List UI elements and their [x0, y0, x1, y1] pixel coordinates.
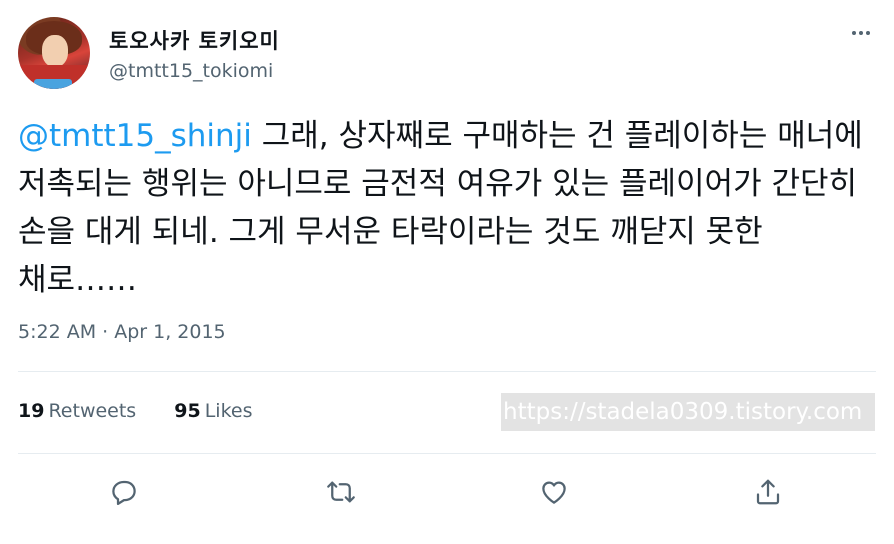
tweet-timestamp[interactable]: 5:22 AM · Apr 1, 2015 — [18, 321, 226, 343]
heart-icon — [542, 481, 566, 504]
more-options-button[interactable] — [846, 20, 876, 46]
author-handle[interactable]: @tmtt15_tokiomi — [109, 60, 273, 82]
tweet-stats: 19 Retweets 95 Likes — [18, 400, 285, 422]
more-dots-icon — [859, 31, 863, 35]
avatar[interactable] — [18, 17, 90, 89]
share-icon — [756, 479, 780, 505]
action-bar — [0, 474, 894, 510]
divider — [18, 453, 876, 454]
like-button[interactable] — [536, 474, 572, 510]
watermark: https://stadela0309.tistory.com — [501, 393, 875, 431]
reply-button[interactable] — [106, 474, 142, 510]
avatar-face — [42, 35, 68, 67]
share-button[interactable] — [750, 474, 786, 510]
mention-link[interactable]: @tmtt15_shinji — [18, 118, 252, 154]
avatar-badge — [34, 79, 72, 89]
more-dots-icon — [852, 31, 856, 35]
divider — [18, 371, 876, 372]
author-display-name[interactable]: 토오사카 토키오미 — [109, 25, 280, 55]
reply-icon — [112, 480, 136, 505]
tweet-text: @tmtt15_shinji 그래, 상자째로 구매하는 건 플레이하는 매너에… — [18, 112, 868, 304]
likes-stat[interactable]: 95 Likes — [174, 400, 252, 422]
retweet-icon — [327, 481, 355, 503]
retweets-stat[interactable]: 19 Retweets — [18, 400, 136, 422]
likes-count: 95 — [174, 400, 201, 422]
retweets-label: Retweets — [48, 400, 137, 422]
retweets-count: 19 — [18, 400, 45, 422]
more-dots-icon — [866, 31, 870, 35]
tweet-card: 토오사카 토키오미 @tmtt15_tokiomi @tmtt15_shinji… — [0, 0, 894, 544]
retweet-button[interactable] — [323, 474, 359, 510]
likes-label: Likes — [204, 400, 253, 422]
